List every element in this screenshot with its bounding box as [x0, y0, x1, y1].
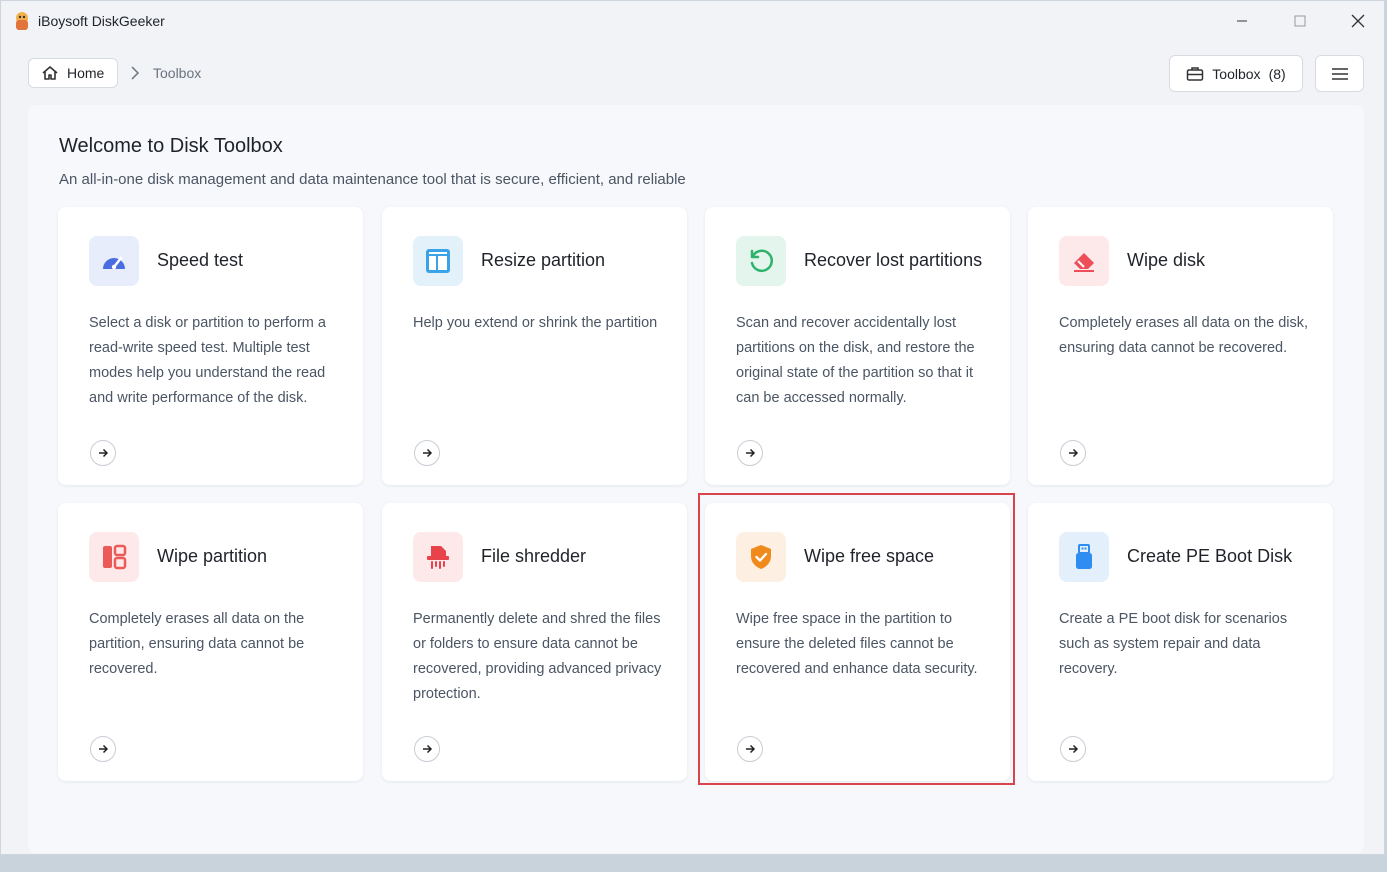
- toolbox-count: (8): [1268, 65, 1286, 82]
- card-icon-box: [1059, 532, 1109, 582]
- arrow-right-icon: [746, 448, 756, 458]
- page-title: Welcome to Disk Toolbox: [59, 135, 283, 157]
- speedometer-icon: [103, 256, 125, 270]
- card-icon-box: [1059, 236, 1109, 286]
- close-icon: [1351, 14, 1365, 28]
- usb-drive-icon: [1076, 544, 1092, 569]
- card-arrow-button[interactable]: [90, 440, 116, 466]
- card-file-shredder[interactable]: File shredder Permanently delete and shr…: [382, 503, 687, 781]
- card-speed-test[interactable]: Speed test Select a disk or partition to…: [58, 207, 363, 485]
- card-arrow-button[interactable]: [414, 736, 440, 762]
- card-wipe-disk[interactable]: Wipe disk Completely erases all data on …: [1028, 207, 1333, 485]
- card-wipe-free-space[interactable]: Wipe free space Wipe free space in the p…: [705, 503, 1010, 781]
- card-icon-box: [736, 532, 786, 582]
- card-title: File shredder: [481, 546, 587, 566]
- toolbox-button[interactable]: Toolbox (8): [1169, 55, 1303, 92]
- arrow-right-icon: [1069, 744, 1079, 754]
- card-wipe-partition[interactable]: Wipe partition Completely erases all dat…: [58, 503, 363, 781]
- card-description: Wipe free space in the partition to ensu…: [736, 611, 978, 677]
- desktop-strip: [0, 855, 1387, 872]
- eraser-icon: [1074, 253, 1094, 272]
- card-icon-box: [736, 236, 786, 286]
- arrow-right-icon: [99, 744, 109, 754]
- page-subtitle: An all-in-one disk management and data m…: [59, 171, 686, 188]
- minimize-icon: [1237, 20, 1247, 22]
- card-title: Resize partition: [481, 250, 606, 270]
- card-title: Wipe disk: [1127, 250, 1206, 270]
- home-label: Home: [67, 65, 105, 81]
- toolbox-label: Toolbox: [1212, 65, 1261, 82]
- home-button[interactable]: Home: [28, 58, 118, 88]
- restore-icon: [750, 249, 773, 273]
- card-arrow-button[interactable]: [414, 440, 440, 466]
- card-title: Create PE Boot Disk: [1127, 546, 1293, 566]
- home-icon: [42, 66, 58, 80]
- card-resize-partition[interactable]: Resize partition Help you extend or shri…: [382, 207, 687, 485]
- card-icon-box: [413, 236, 463, 286]
- window-title: iBoysoft DiskGeeker: [38, 13, 165, 29]
- card-arrow-button[interactable]: [737, 736, 763, 762]
- card-recover-lost-partitions[interactable]: Recover lost partitions Scan and recover…: [705, 207, 1010, 485]
- card-arrow-button[interactable]: [90, 736, 116, 762]
- card-title: Wipe free space: [804, 546, 935, 566]
- card-title: Recover lost partitions: [804, 250, 983, 270]
- hamburger-menu-icon: [1331, 67, 1348, 80]
- card-description: Completely erases all data on the partit…: [89, 611, 305, 677]
- card-arrow-button[interactable]: [1060, 440, 1086, 466]
- arrow-right-icon: [746, 744, 756, 754]
- card-title: Wipe partition: [157, 546, 268, 566]
- arrow-right-icon: [423, 448, 433, 458]
- app-window: iBoysoft DiskGeeker Home Toolbox Toolbox…: [0, 0, 1385, 855]
- card-icon-box: [413, 532, 463, 582]
- card-description: Completely erases all data on the disk, …: [1059, 315, 1309, 356]
- partition-icon: [103, 544, 127, 570]
- card-description: Permanently delete and shred the files o…: [413, 611, 662, 702]
- arrow-right-icon: [423, 744, 433, 754]
- maximize-button[interactable]: [1271, 1, 1329, 41]
- title-bar: iBoysoft DiskGeeker: [1, 1, 1384, 41]
- maximize-icon: [1294, 15, 1306, 27]
- arrow-right-icon: [99, 448, 109, 458]
- close-button[interactable]: [1329, 1, 1387, 41]
- breadcrumb-current: Toolbox: [153, 65, 202, 81]
- toolbox-icon: [1187, 66, 1204, 81]
- layout-icon: [426, 249, 450, 273]
- card-create-pe-boot-disk[interactable]: Create PE Boot Disk Create a PE boot dis…: [1028, 503, 1333, 781]
- card-arrow-button[interactable]: [737, 440, 763, 466]
- chevron-right-icon: [131, 66, 140, 80]
- arrow-right-icon: [1069, 448, 1079, 458]
- card-description: Create a PE boot disk for scenarios such…: [1059, 611, 1288, 677]
- card-icon-box: [89, 236, 139, 286]
- card-arrow-button[interactable]: [1060, 736, 1086, 762]
- app-logo-icon: [16, 12, 28, 30]
- minimize-button[interactable]: [1213, 1, 1271, 41]
- shield-icon: [751, 545, 771, 569]
- menu-button[interactable]: [1315, 55, 1364, 92]
- card-title: Speed test: [157, 250, 244, 270]
- card-icon-box: [89, 532, 139, 582]
- card-description: Scan and recover accidentally lost parti…: [736, 315, 975, 406]
- card-description: Help you extend or shrink the partition: [413, 315, 658, 331]
- card-description: Select a disk or partition to perform a …: [89, 315, 326, 406]
- shredder-icon: [427, 546, 449, 569]
